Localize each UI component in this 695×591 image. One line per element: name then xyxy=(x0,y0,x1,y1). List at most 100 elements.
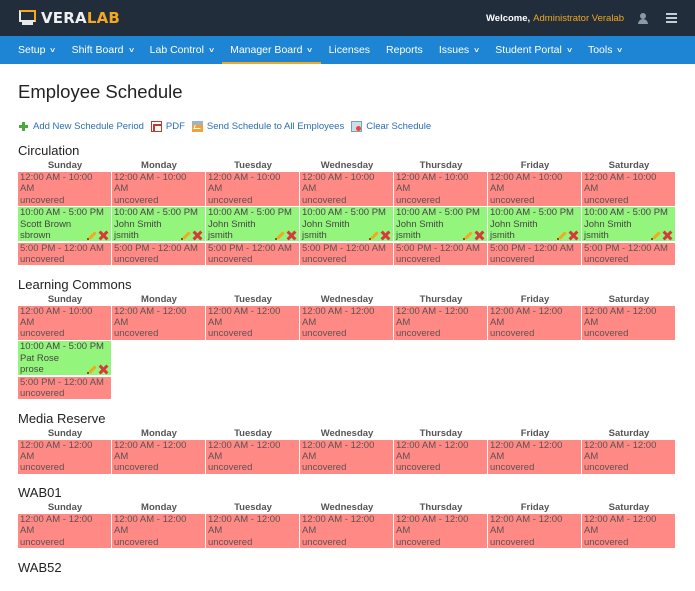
uncovered-shift-slot[interactable]: 12:00 AM - 10:00 AM uncovered xyxy=(488,172,581,206)
edit-pencil-icon[interactable] xyxy=(368,231,380,241)
shift-time: 12:00 AM - 10:00 AM xyxy=(20,305,93,329)
shift-time: 12:00 AM - 12:00 AM xyxy=(490,305,563,329)
uncovered-shift-slot[interactable]: 5:00 PM - 12:00 AM uncovered xyxy=(488,242,581,266)
clear-schedule-link[interactable]: Clear Schedule xyxy=(351,120,431,132)
shift-status: uncovered xyxy=(302,536,347,548)
shift-time: 12:00 AM - 10:00 AM xyxy=(114,172,187,195)
covered-shift-slot[interactable]: 10:00 AM - 5:00 PM John Smith jsmith xyxy=(582,207,675,242)
shift-time: 12:00 AM - 10:00 AM xyxy=(490,172,563,195)
shift-time: 10:00 AM - 5:00 PM xyxy=(396,207,480,219)
user-profile-icon[interactable] xyxy=(638,12,648,24)
uncovered-shift-slot[interactable]: 12:00 AM - 12:00 AM uncovered xyxy=(112,305,205,340)
uncovered-shift-slot[interactable]: 12:00 AM - 12:00 AM uncovered xyxy=(582,439,675,474)
uncovered-shift-slot[interactable]: 12:00 AM - 12:00 AM uncovered xyxy=(488,514,581,549)
nav-item-lab-control[interactable]: Lab Control ∨ xyxy=(142,36,222,64)
uncovered-shift-slot[interactable]: 12:00 AM - 12:00 AM uncovered xyxy=(582,514,675,549)
delete-x-icon[interactable] xyxy=(287,231,296,240)
uncovered-shift-slot[interactable]: 12:00 AM - 12:00 AM uncovered xyxy=(206,514,299,549)
covered-shift-slot[interactable]: 10:00 AM - 5:00 PM John Smith jsmith xyxy=(206,207,299,242)
uncovered-shift-slot[interactable]: 5:00 PM - 12:00 AM uncovered xyxy=(300,242,393,266)
shift-controls xyxy=(86,365,108,375)
uncovered-shift-slot[interactable]: 12:00 AM - 12:00 AM uncovered xyxy=(206,305,299,340)
edit-pencil-icon[interactable] xyxy=(86,365,98,375)
covered-shift-slot[interactable]: 10:00 AM - 5:00 PM John Smith jsmith xyxy=(394,207,487,242)
day-column: Monday 12:00 AM - 12:00 AM uncovered xyxy=(112,501,206,549)
uncovered-shift-slot[interactable]: 12:00 AM - 12:00 AM uncovered xyxy=(206,439,299,474)
shift-time: 12:00 AM - 12:00 AM xyxy=(396,305,469,329)
employee-name: John Smith xyxy=(396,218,444,230)
uncovered-shift-slot[interactable]: 5:00 PM - 12:00 AM uncovered xyxy=(582,242,675,266)
uncovered-shift-slot[interactable]: 12:00 AM - 12:00 AM uncovered xyxy=(488,305,581,340)
nav-item-setup[interactable]: Setup ∨ xyxy=(10,36,64,64)
delete-x-icon[interactable] xyxy=(381,231,390,240)
delete-x-icon[interactable] xyxy=(663,231,672,240)
shift-time: 12:00 AM - 12:00 AM xyxy=(20,514,93,537)
uncovered-shift-slot[interactable]: 5:00 PM - 12:00 AM uncovered xyxy=(18,242,111,266)
covered-shift-slot[interactable]: 10:00 AM - 5:00 PM John Smith jsmith xyxy=(300,207,393,242)
shift-status: uncovered xyxy=(490,536,535,548)
uncovered-shift-slot[interactable]: 12:00 AM - 12:00 AM uncovered xyxy=(112,439,205,474)
uncovered-shift-slot[interactable]: 12:00 AM - 10:00 AM uncovered xyxy=(18,172,111,206)
uncovered-shift-slot[interactable]: 12:00 AM - 12:00 AM uncovered xyxy=(394,439,487,474)
uncovered-shift-slot[interactable]: 12:00 AM - 10:00 AM uncovered xyxy=(582,172,675,206)
day-column: Sunday 12:00 AM - 10:00 AM uncovered 10:00 … xyxy=(18,293,112,401)
nav-item-tools[interactable]: Tools ∨ xyxy=(580,36,631,64)
day-header: Sunday xyxy=(47,160,83,171)
user-name-link[interactable]: Administrator Veralab xyxy=(533,13,624,24)
nav-item-reports[interactable]: Reports xyxy=(378,36,431,64)
uncovered-shift-slot[interactable]: 12:00 AM - 12:00 AM uncovered xyxy=(18,439,111,474)
shift-time: 12:00 AM - 12:00 AM xyxy=(302,439,375,463)
chevron-down-icon: ∨ xyxy=(565,47,573,54)
delete-x-icon[interactable] xyxy=(99,365,108,374)
uncovered-shift-slot[interactable]: 12:00 AM - 10:00 AM uncovered xyxy=(394,172,487,206)
uncovered-shift-slot[interactable]: 12:00 AM - 12:00 AM uncovered xyxy=(300,305,393,340)
delete-x-icon[interactable] xyxy=(569,231,578,240)
add-new-schedule-period-link[interactable]: Add New Schedule Period xyxy=(18,121,144,132)
uncovered-shift-slot[interactable]: 12:00 AM - 10:00 AM uncovered xyxy=(18,305,111,340)
shift-time: 5:00 PM - 12:00 AM xyxy=(490,242,574,254)
uncovered-shift-slot[interactable]: 5:00 PM - 12:00 AM uncovered xyxy=(206,242,299,266)
nav-item-licenses[interactable]: Licenses xyxy=(321,36,378,64)
uncovered-shift-slot[interactable]: 12:00 AM - 12:00 AM uncovered xyxy=(112,514,205,549)
uncovered-shift-slot[interactable]: 12:00 AM - 12:00 AM uncovered xyxy=(300,514,393,549)
covered-shift-slot[interactable]: 10:00 AM - 5:00 PM John Smith jsmith xyxy=(112,207,205,242)
covered-shift-slot[interactable]: 10:00 AM - 5:00 PM Scott Brown sbrown xyxy=(18,207,111,242)
edit-pencil-icon[interactable] xyxy=(462,231,474,241)
hamburger-menu-icon[interactable] xyxy=(666,13,677,23)
uncovered-shift-slot[interactable]: 12:00 AM - 12:00 AM uncovered xyxy=(582,305,675,340)
main-nav: Setup ∨ Shift Board ∨ Lab Control ∨ Manager Bo… xyxy=(0,36,695,64)
veralab-logo[interactable]: VERALAB xyxy=(19,0,120,36)
edit-pencil-icon[interactable] xyxy=(556,231,568,241)
delete-x-icon[interactable] xyxy=(193,231,202,240)
uncovered-shift-slot[interactable]: 12:00 AM - 12:00 AM uncovered xyxy=(488,439,581,474)
uncovered-shift-slot[interactable]: 12:00 AM - 12:00 AM uncovered xyxy=(18,514,111,549)
shift-time: 12:00 AM - 12:00 AM xyxy=(490,439,563,463)
delete-x-icon[interactable] xyxy=(99,231,108,240)
edit-pencil-icon[interactable] xyxy=(650,231,662,241)
uncovered-shift-slot[interactable]: 12:00 AM - 12:00 AM uncovered xyxy=(300,439,393,474)
uncovered-shift-slot[interactable]: 5:00 PM - 12:00 AM uncovered xyxy=(112,242,205,266)
nav-item-manager-board[interactable]: Manager Board ∨ xyxy=(222,36,321,64)
send-schedule-to-all-employees-link[interactable]: Send Schedule to All Employees xyxy=(191,120,344,132)
covered-shift-slot[interactable]: 10:00 AM - 5:00 PM John Smith jsmith xyxy=(488,207,581,242)
clear-schedule-icon xyxy=(351,120,363,132)
covered-shift-slot[interactable]: 10:00 AM - 5:00 PM Pat Rose prose xyxy=(18,341,111,376)
uncovered-shift-slot[interactable]: 5:00 PM - 12:00 AM uncovered xyxy=(394,242,487,266)
chevron-down-icon: ∨ xyxy=(49,47,57,54)
uncovered-shift-slot[interactable]: 5:00 PM - 12:00 AM uncovered xyxy=(18,376,111,400)
edit-pencil-icon[interactable] xyxy=(180,231,192,241)
nav-item-shift-board[interactable]: Shift Board ∨ xyxy=(64,36,142,64)
uncovered-shift-slot[interactable]: 12:00 AM - 10:00 AM uncovered xyxy=(112,172,205,206)
uncovered-shift-slot[interactable]: 12:00 AM - 10:00 AM uncovered xyxy=(300,172,393,206)
delete-x-icon[interactable] xyxy=(475,231,484,240)
pdf-link[interactable]: PDF xyxy=(150,120,185,132)
uncovered-shift-slot[interactable]: 12:00 AM - 10:00 AM uncovered xyxy=(206,172,299,206)
section-title: WAB01 xyxy=(18,485,62,501)
uncovered-shift-slot[interactable]: 12:00 AM - 12:00 AM uncovered xyxy=(394,514,487,549)
nav-item-student-portal[interactable]: Student Portal ∨ xyxy=(487,36,580,64)
nav-item-issues[interactable]: Issues ∨ xyxy=(431,36,487,64)
uncovered-shift-slot[interactable]: 12:00 AM - 12:00 AM uncovered xyxy=(394,305,487,340)
edit-pencil-icon[interactable] xyxy=(274,231,286,241)
edit-pencil-icon[interactable] xyxy=(86,231,98,241)
day-column: Thursday 12:00 AM - 12:00 AM uncovered xyxy=(394,427,488,475)
